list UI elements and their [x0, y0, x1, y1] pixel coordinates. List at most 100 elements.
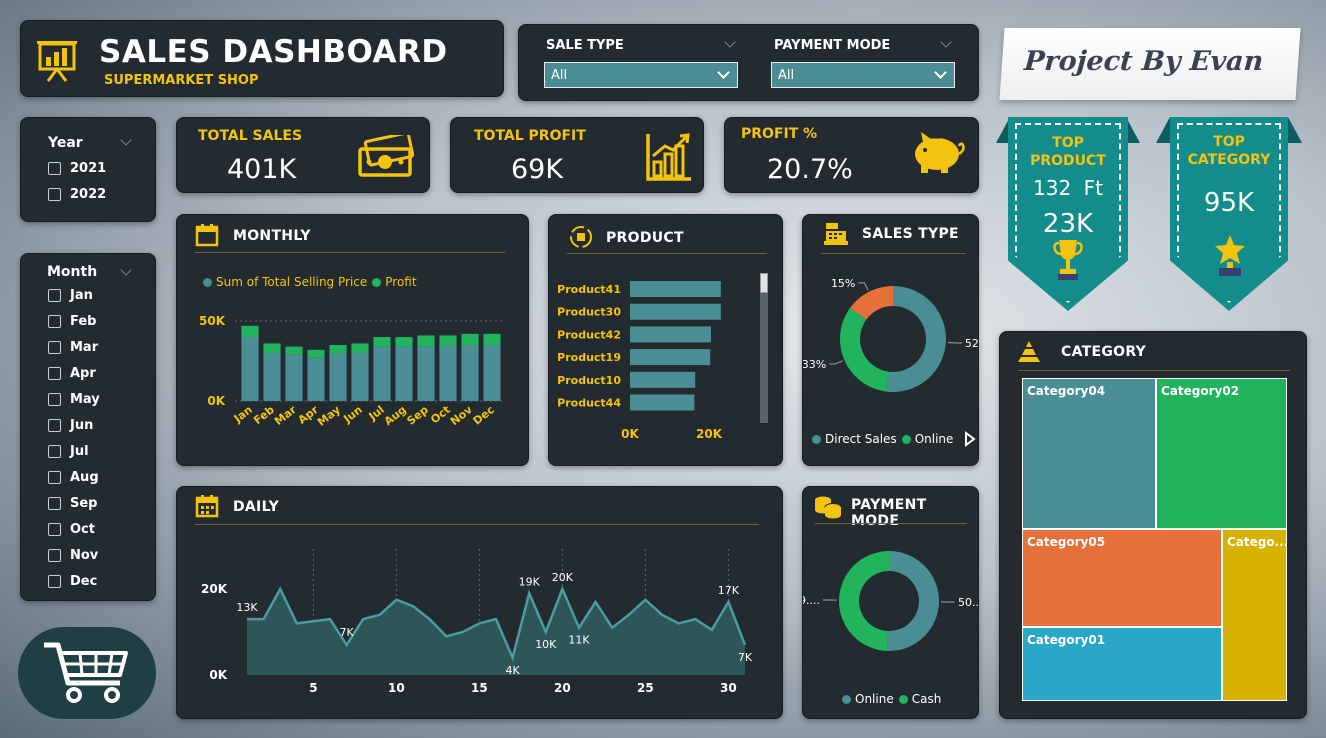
checkbox[interactable] [48, 367, 61, 380]
brand-banner: Project By Evan [999, 28, 1301, 100]
product-bar[interactable] [630, 281, 721, 297]
checkbox[interactable] [48, 575, 61, 588]
data-label: 7K [738, 651, 753, 664]
bar-selling-price[interactable] [417, 346, 435, 401]
bar-profit[interactable] [351, 343, 369, 353]
donut-slice[interactable] [886, 286, 946, 392]
bar-profit[interactable] [461, 333, 479, 345]
sales-type-legend: Direct Sales Online [812, 432, 953, 446]
bar-profit[interactable] [483, 333, 501, 345]
product-chart-panel: PRODUCT Product41 Product30 Product42 Produ… [548, 214, 783, 466]
bar-profit[interactable] [395, 337, 413, 347]
daily-chart: 0K 20K 5 10 15 20 25 30 13K 7K 4K 19K 10K 20K 11K 17K 7K [201, 549, 753, 695]
treemap-cell-category02[interactable]: Category02 [1156, 378, 1287, 529]
ribbon-fold-left [1156, 117, 1170, 143]
product-bar[interactable] [630, 349, 711, 366]
checkbox[interactable] [48, 341, 61, 354]
treemap-cell-category03[interactable]: Catego... [1222, 529, 1287, 701]
month-option-feb[interactable]: Feb [48, 314, 96, 329]
money-icon [358, 135, 415, 177]
product-bar[interactable] [630, 371, 696, 388]
x-tick-label: Jun [340, 403, 364, 426]
checkbox[interactable] [48, 445, 61, 458]
bar-profit[interactable] [329, 345, 347, 353]
month-option-oct[interactable]: Oct [48, 522, 95, 537]
chevron-down-icon[interactable] [120, 134, 132, 146]
donut-slice[interactable] [839, 551, 889, 651]
checkbox[interactable] [48, 523, 61, 536]
month-option-mar[interactable]: Mar [48, 340, 98, 355]
checkbox[interactable] [48, 162, 61, 175]
checkbox[interactable] [48, 289, 61, 302]
payment-mode-value: All [778, 68, 795, 83]
kpi-value: 401K [227, 154, 297, 185]
bar-selling-price[interactable] [395, 346, 413, 401]
section-title: CATEGORY [1061, 344, 1147, 360]
month-option-sep[interactable]: Sep [48, 496, 98, 511]
donut-slice[interactable] [887, 551, 940, 651]
payment-mode-panel: PAYMENT MODE 50....49.... Online Cash [802, 486, 980, 719]
product-scrollbar[interactable] [760, 273, 768, 423]
treemap-cell-category04[interactable]: Category04 [1022, 378, 1156, 529]
legend-item: Online [914, 432, 954, 446]
product-bar[interactable] [630, 303, 721, 320]
filters-panel: SALE TYPE All PAYMENT MODE All [518, 24, 979, 101]
bar-selling-price[interactable] [351, 353, 369, 401]
checkbox[interactable] [48, 549, 61, 562]
month-option-dec[interactable]: Dec [48, 574, 97, 589]
checkbox[interactable] [48, 393, 61, 406]
bar-selling-price[interactable] [263, 353, 281, 401]
year-option-2022[interactable]: 2022 [48, 187, 106, 202]
month-option-apr[interactable]: Apr [48, 366, 96, 381]
month-option-may[interactable]: May [48, 392, 100, 407]
month-option-jul[interactable]: Jul [48, 444, 89, 459]
chevron-down-icon[interactable] [724, 36, 736, 48]
next-page-icon[interactable] [964, 431, 976, 447]
month-option-jan[interactable]: Jan [48, 288, 93, 303]
cart-button[interactable] [18, 627, 156, 719]
y-tick-label: 0K [207, 394, 225, 408]
top-category-badge: TOP CATEGORY 95K [1156, 117, 1302, 313]
year-slicer: Year 2021 2022 [20, 117, 156, 222]
checkbox[interactable] [48, 497, 61, 510]
y-tick-label: Product10 [557, 374, 621, 387]
bar-selling-price[interactable] [439, 345, 457, 401]
bar-profit[interactable] [417, 335, 435, 347]
bar-profit[interactable] [439, 335, 457, 345]
month-option-aug[interactable]: Aug [48, 470, 99, 485]
bar-profit[interactable] [307, 349, 325, 358]
treemap-cell-category01[interactable]: Category01 [1022, 627, 1222, 701]
bar-selling-price[interactable] [307, 357, 325, 401]
scrollbar-thumb[interactable] [760, 273, 768, 293]
payment-mode-donut: 50.... 49.... [803, 551, 980, 651]
checkbox[interactable] [48, 471, 61, 484]
product-bar[interactable] [630, 326, 711, 343]
bar-selling-price[interactable] [461, 345, 479, 401]
bar-profit[interactable] [285, 346, 303, 355]
x-tick-label: 30 [720, 681, 737, 695]
bar-profit[interactable] [373, 337, 391, 347]
bar-profit[interactable] [241, 325, 259, 337]
y-tick-label: Product30 [557, 306, 621, 319]
month-slicer-title: Month [47, 264, 98, 280]
year-option-2021[interactable]: 2021 [48, 161, 106, 176]
checkbox[interactable] [48, 188, 61, 201]
bar-selling-price[interactable] [285, 354, 303, 401]
bar-selling-price[interactable] [241, 337, 259, 401]
donut-slice[interactable] [840, 307, 889, 392]
bar-selling-price[interactable] [373, 346, 391, 401]
bar-selling-price[interactable] [329, 353, 347, 401]
chevron-down-icon[interactable] [120, 264, 132, 276]
payment-mode-dropdown[interactable]: All [771, 62, 955, 88]
data-label: 7K [339, 626, 354, 639]
chevron-down-icon[interactable] [940, 36, 952, 48]
checkbox[interactable] [48, 419, 61, 432]
treemap-cell-category05[interactable]: Category05 [1022, 529, 1222, 627]
month-option-nov[interactable]: Nov [48, 548, 98, 563]
bar-profit[interactable] [263, 343, 281, 353]
sale-type-dropdown[interactable]: All [544, 62, 738, 88]
product-bar[interactable] [630, 394, 695, 411]
checkbox[interactable] [48, 315, 61, 328]
bar-selling-price[interactable] [483, 345, 501, 401]
month-option-jun[interactable]: Jun [48, 418, 93, 433]
